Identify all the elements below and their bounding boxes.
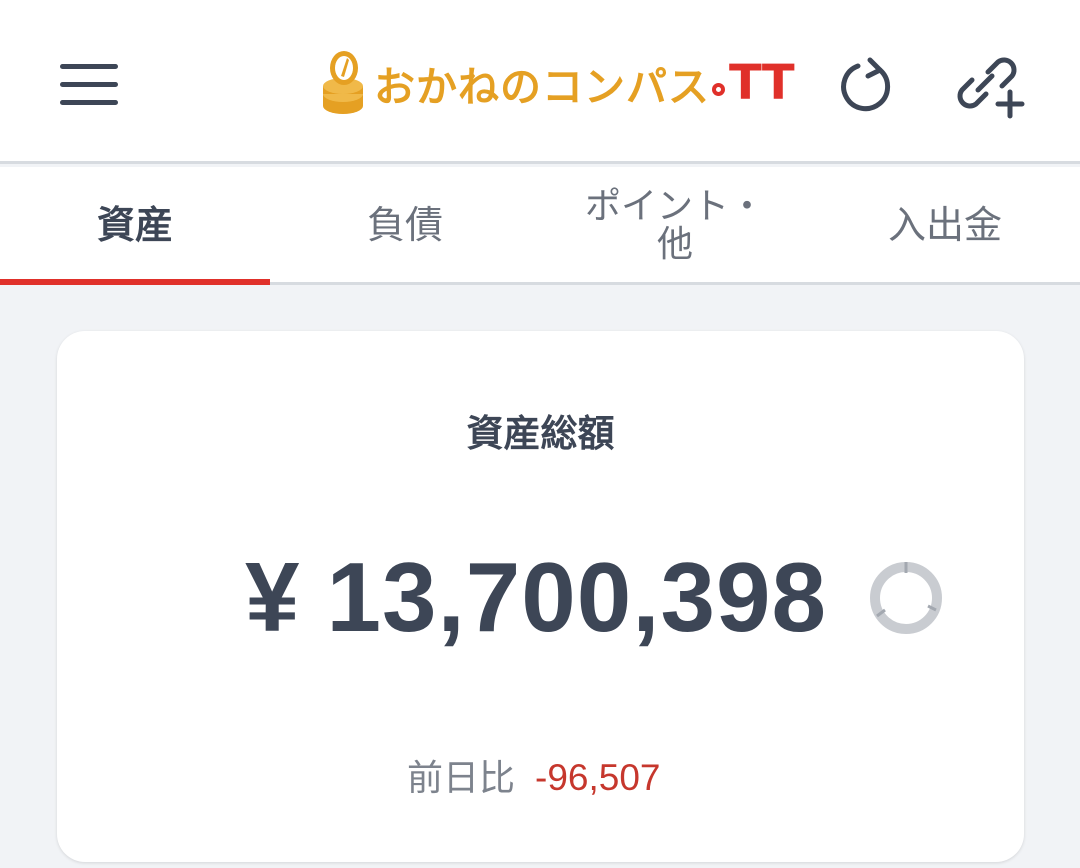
refresh-button[interactable] xyxy=(836,56,896,116)
diff-label: 前日比 xyxy=(407,758,516,799)
logo-text: おかねのコンパス xyxy=(374,63,710,111)
tab-label: 資産 xyxy=(96,202,173,247)
total-amount: ¥13,700,398 xyxy=(245,541,827,654)
logo-dot xyxy=(712,82,725,96)
tab-label: 負債 xyxy=(366,202,443,247)
day-over-day: 前日比 -96,507 xyxy=(407,749,661,801)
add-link-button[interactable] xyxy=(948,50,1028,122)
logo-suffix: TT xyxy=(729,55,795,111)
diff-value: -96,507 xyxy=(535,757,661,798)
app-logo: おかねのコンパス TT xyxy=(322,48,795,118)
card-title: 資産総額 xyxy=(466,412,615,455)
amount-value: 13,700,398 xyxy=(326,542,827,652)
donut-chart-icon[interactable] xyxy=(868,560,944,636)
menu-button[interactable] xyxy=(56,56,122,112)
hamburger-menu-icon xyxy=(60,64,118,105)
coin-stack-icon xyxy=(323,51,363,114)
tab-label-line2: 他 xyxy=(656,223,693,265)
tab-label: 入出金 xyxy=(887,202,1002,247)
tab-cashflow[interactable]: 入出金 xyxy=(810,167,1080,282)
refresh-icon xyxy=(841,57,891,112)
currency-symbol: ¥ xyxy=(245,542,301,652)
total-assets-card: 資産総額 ¥13,700,398 前日比 -96,507 xyxy=(57,331,1024,862)
tab-bar: 資産 負債 ポイント・ 他 入出金 xyxy=(0,167,1080,285)
tab-label-line1: ポイント・ xyxy=(584,185,765,227)
tab-liabilities[interactable]: 負債 xyxy=(270,167,540,282)
tab-label: ポイント・ 他 xyxy=(584,185,765,265)
link-add-icon xyxy=(957,57,1025,119)
tab-points-other[interactable]: ポイント・ 他 xyxy=(540,167,810,282)
app-header: おかねのコンパス TT xyxy=(0,0,1080,164)
tab-assets[interactable]: 資産 xyxy=(0,167,270,285)
